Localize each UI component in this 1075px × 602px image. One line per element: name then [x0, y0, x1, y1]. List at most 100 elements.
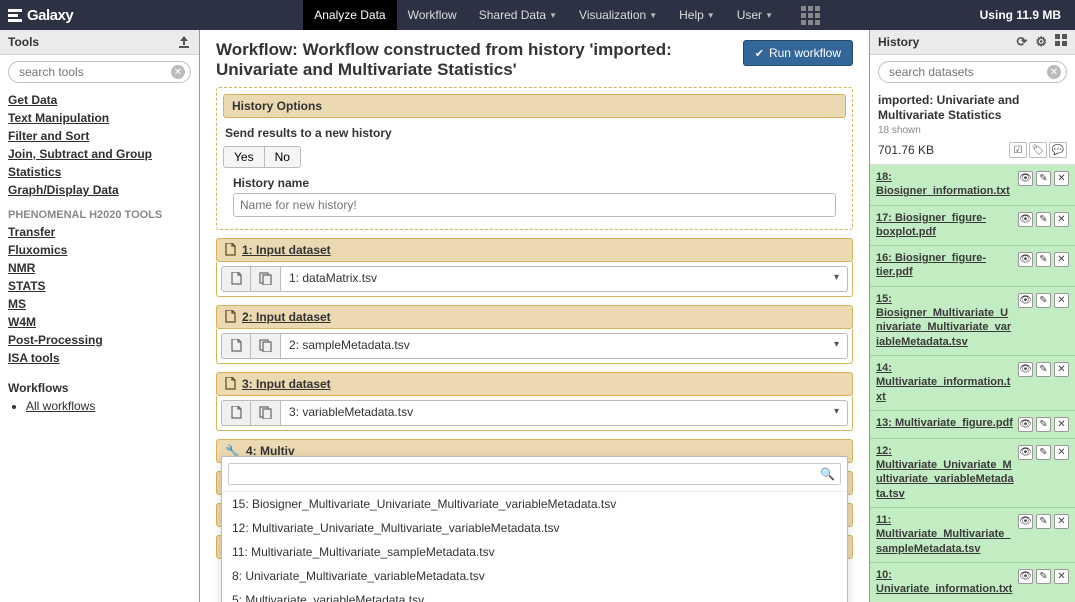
delete-icon[interactable]: ✕	[1054, 569, 1069, 584]
dropdown-search-input[interactable]	[228, 463, 841, 485]
tool-section[interactable]: Post-Processing	[8, 333, 191, 347]
history-item[interactable]: 18: Biosigner_information.txt👁✎✕	[870, 165, 1075, 206]
refresh-icon[interactable]: ⟳	[1016, 34, 1027, 50]
edit-icon[interactable]: ✎	[1036, 362, 1051, 377]
eye-icon[interactable]: 👁	[1018, 171, 1033, 186]
history-name-input[interactable]	[233, 193, 836, 217]
tool-section[interactable]: NMR	[8, 261, 191, 275]
dropdown-option[interactable]: 11: Multivariate_Multivariate_sampleMeta…	[222, 540, 847, 564]
yes-button[interactable]: Yes	[223, 146, 265, 168]
nav-panel-grid[interactable]	[784, 0, 831, 30]
delete-icon[interactable]: ✕	[1054, 252, 1069, 267]
history-item[interactable]: 14: Multivariate_information.txt👁✎✕	[870, 356, 1075, 411]
delete-icon[interactable]: ✕	[1054, 514, 1069, 529]
clear-search-icon[interactable]: ✕	[171, 65, 185, 79]
nav-visualization[interactable]: Visualization▼	[568, 0, 668, 30]
annotation-icon[interactable]: 💬	[1049, 142, 1067, 158]
tool-section[interactable]: W4M	[8, 315, 191, 329]
nav-user[interactable]: User▼	[726, 0, 784, 30]
tool-section[interactable]: Statistics	[8, 165, 191, 179]
nav-workflow[interactable]: Workflow	[397, 0, 468, 30]
clear-datasets-search-icon[interactable]: ✕	[1047, 65, 1061, 79]
gear-icon[interactable]: ⚙	[1035, 34, 1047, 50]
edit-icon[interactable]: ✎	[1036, 293, 1051, 308]
history-item[interactable]: 10: Univariate_information.txt👁✎✕	[870, 563, 1075, 602]
eye-icon[interactable]: 👁	[1018, 417, 1033, 432]
edit-icon[interactable]: ✎	[1036, 569, 1051, 584]
step-header[interactable]: 1: Input dataset	[216, 238, 853, 262]
dataset-select[interactable]: 3: variableMetadata.tsv	[281, 400, 848, 426]
history-item[interactable]: 17: Biosigner_figure-boxplot.pdf👁✎✕	[870, 206, 1075, 247]
view-multi-icon[interactable]	[1055, 34, 1067, 50]
dropdown-option[interactable]: 5: Multivariate_variableMetadata.tsv	[222, 588, 847, 602]
eye-icon[interactable]: 👁	[1018, 212, 1033, 227]
caret-icon: ▼	[707, 11, 715, 20]
search-datasets-input[interactable]	[878, 61, 1067, 83]
eye-icon[interactable]: 👁	[1018, 514, 1033, 529]
dropdown-option[interactable]: 8: Univariate_Multivariate_variableMetad…	[222, 564, 847, 588]
history-item-name: 16: Biosigner_figure-tier.pdf	[876, 251, 1018, 280]
edit-icon[interactable]: ✎	[1036, 445, 1051, 460]
eye-icon[interactable]: 👁	[1018, 293, 1033, 308]
history-item-name: 12: Multivariate_Univariate_Multivariate…	[876, 444, 1018, 501]
dropdown-option[interactable]: 12: Multivariate_Univariate_Multivariate…	[222, 516, 847, 540]
single-file-button[interactable]	[221, 400, 251, 426]
nav-analyze-data[interactable]: Analyze Data	[303, 0, 396, 30]
single-file-button[interactable]	[221, 266, 251, 292]
tools-header: Tools	[0, 30, 199, 55]
delete-icon[interactable]: ✕	[1054, 171, 1069, 186]
history-item[interactable]: 13: Multivariate_figure.pdf👁✎✕	[870, 411, 1075, 439]
tool-section[interactable]: STATS	[8, 279, 191, 293]
eye-icon[interactable]: 👁	[1018, 362, 1033, 377]
dataset-select[interactable]: 2: sampleMetadata.tsv	[281, 333, 848, 359]
history-item-name: 11: Multivariate_Multivariate_sampleMeta…	[876, 513, 1018, 556]
multi-file-button[interactable]	[251, 333, 281, 359]
nav-shared-data[interactable]: Shared Data▼	[468, 0, 568, 30]
brand[interactable]: Galaxy	[8, 7, 73, 24]
edit-icon[interactable]: ✎	[1036, 171, 1051, 186]
tool-section[interactable]: MS	[8, 297, 191, 311]
history-item[interactable]: 11: Multivariate_Multivariate_sampleMeta…	[870, 508, 1075, 563]
edit-icon[interactable]: ✎	[1036, 212, 1051, 227]
step-header[interactable]: 3: Input dataset	[216, 372, 853, 396]
tool-section[interactable]: Fluxomics	[8, 243, 191, 257]
step-header[interactable]: 2: Input dataset	[216, 305, 853, 329]
run-workflow-button[interactable]: ✔ Run workflow	[743, 40, 853, 66]
nav-help[interactable]: Help▼	[668, 0, 726, 30]
eye-icon[interactable]: 👁	[1018, 445, 1033, 460]
workflow-link[interactable]: All workflows	[26, 399, 95, 413]
tags-icon[interactable]: 🏷	[1029, 142, 1047, 158]
tool-section[interactable]: Get Data	[8, 93, 191, 107]
current-history-name[interactable]: imported: Univariate and Multivariate St…	[878, 93, 1067, 123]
edit-icon[interactable]: ✎	[1036, 514, 1051, 529]
tool-section[interactable]: Graph/Display Data	[8, 183, 191, 197]
eye-icon[interactable]: 👁	[1018, 569, 1033, 584]
history-item[interactable]: 12: Multivariate_Univariate_Multivariate…	[870, 439, 1075, 508]
multi-file-button[interactable]	[251, 400, 281, 426]
dropdown-option[interactable]: 15: Biosigner_Multivariate_Univariate_Mu…	[222, 492, 847, 516]
select-all-icon[interactable]: ☑	[1009, 142, 1027, 158]
history-item[interactable]: 15: Biosigner_Multivariate_Univariate_Mu…	[870, 287, 1075, 356]
tool-section[interactable]: Join, Subtract and Group	[8, 147, 191, 161]
search-icon: 🔍	[820, 467, 835, 481]
upload-icon[interactable]	[177, 35, 191, 49]
tool-section[interactable]: ISA tools	[8, 351, 191, 365]
tool-section[interactable]: Text Manipulation	[8, 111, 191, 125]
delete-icon[interactable]: ✕	[1054, 417, 1069, 432]
delete-icon[interactable]: ✕	[1054, 362, 1069, 377]
edit-icon[interactable]: ✎	[1036, 252, 1051, 267]
tool-section[interactable]: Filter and Sort	[8, 129, 191, 143]
single-file-button[interactable]	[221, 333, 251, 359]
delete-icon[interactable]: ✕	[1054, 212, 1069, 227]
eye-icon[interactable]: 👁	[1018, 252, 1033, 267]
edit-icon[interactable]: ✎	[1036, 417, 1051, 432]
search-tools-input[interactable]	[8, 61, 191, 83]
file-icon	[225, 310, 236, 323]
no-button[interactable]: No	[265, 146, 301, 168]
delete-icon[interactable]: ✕	[1054, 293, 1069, 308]
dataset-select[interactable]: 1: dataMatrix.tsv	[281, 266, 848, 292]
delete-icon[interactable]: ✕	[1054, 445, 1069, 460]
history-item[interactable]: 16: Biosigner_figure-tier.pdf👁✎✕	[870, 246, 1075, 287]
multi-file-button[interactable]	[251, 266, 281, 292]
tool-section[interactable]: Transfer	[8, 225, 191, 239]
